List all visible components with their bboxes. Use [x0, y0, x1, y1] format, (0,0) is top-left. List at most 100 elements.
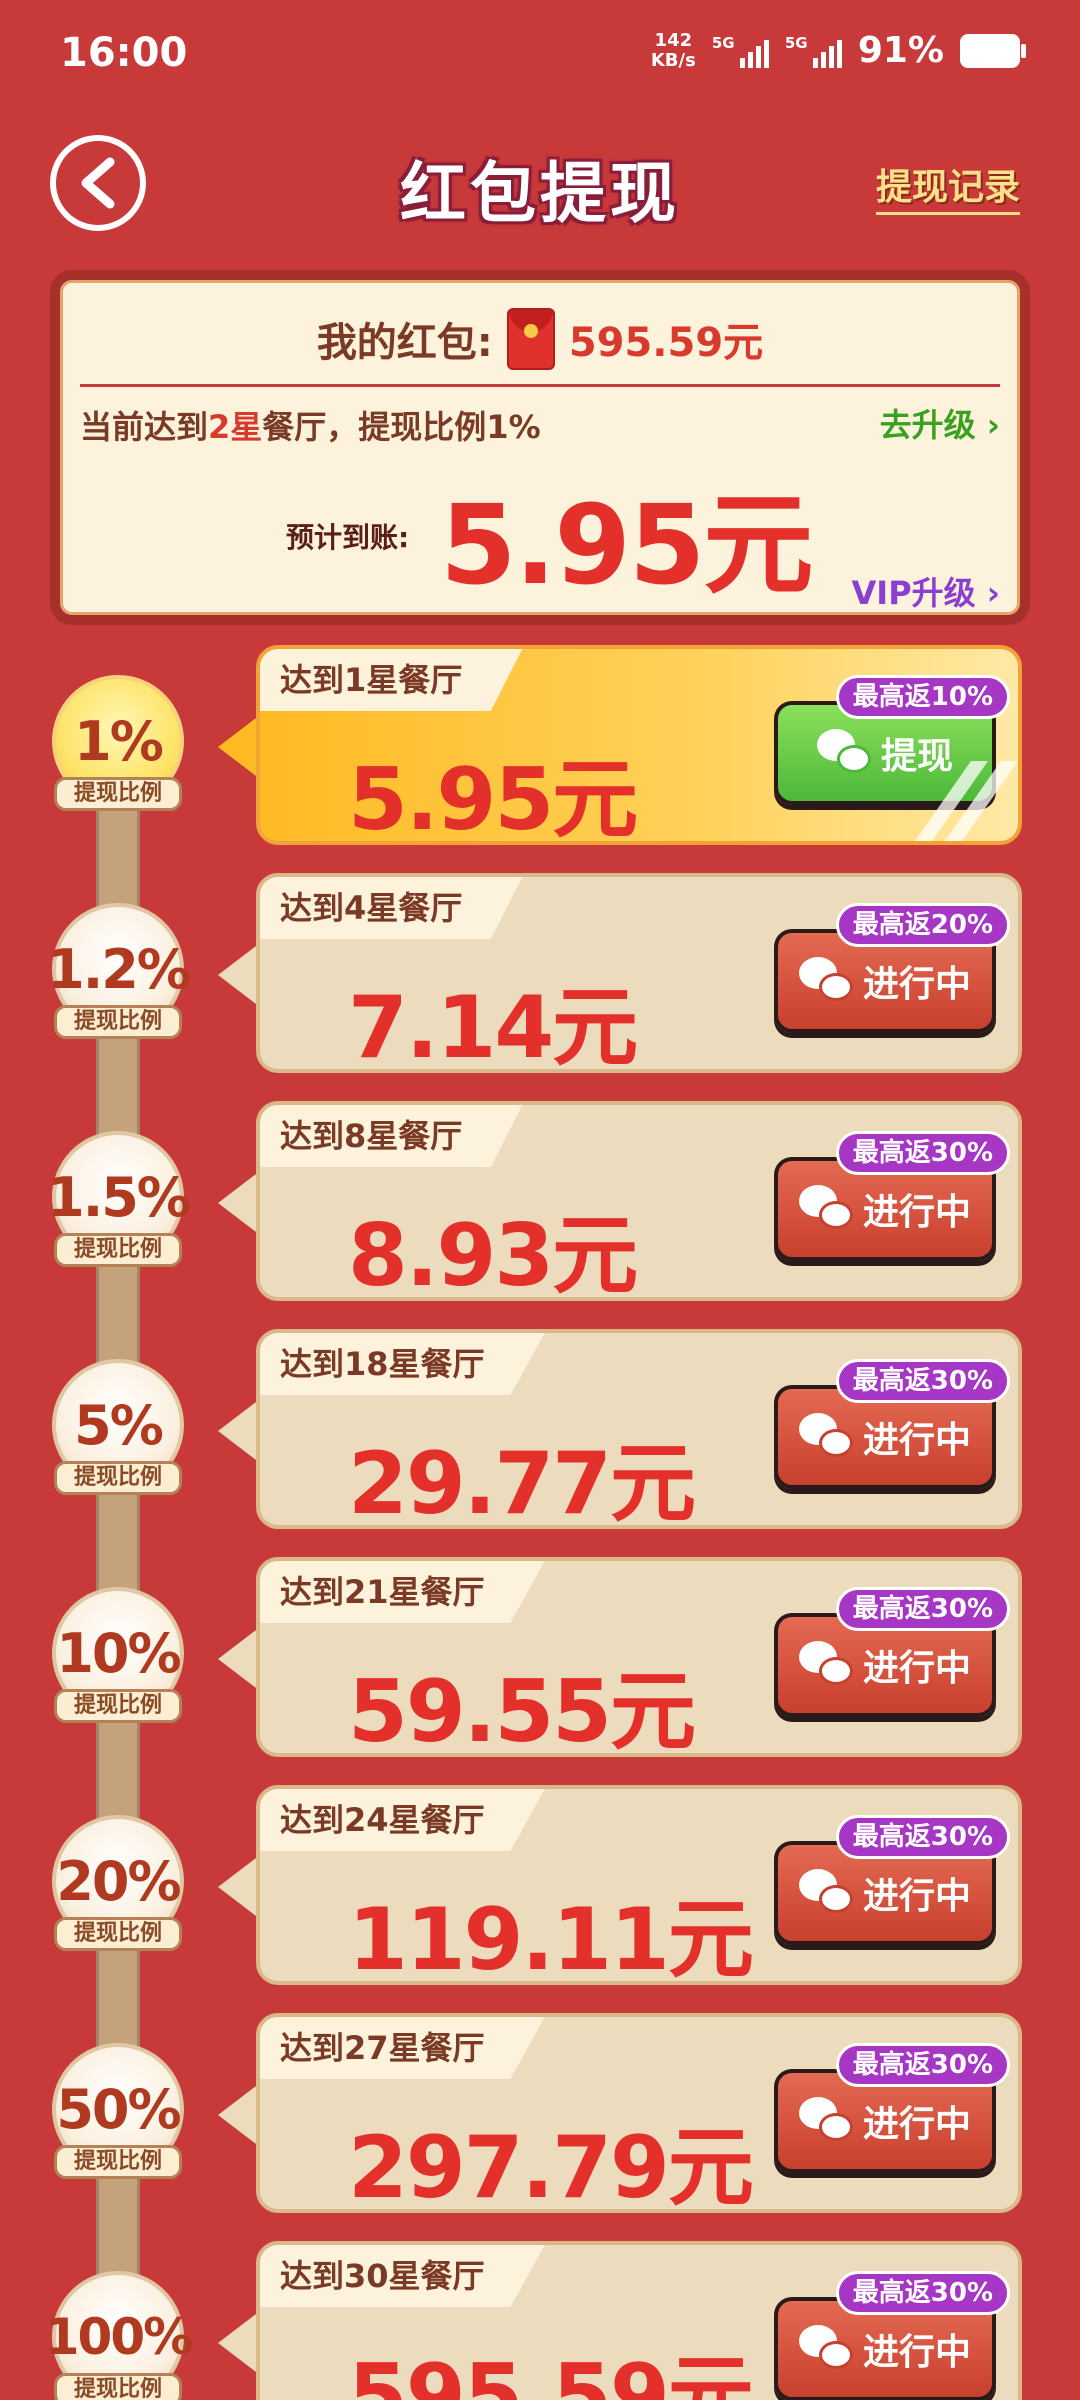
rate-badge-tag: 提现比例	[54, 2373, 182, 2400]
tier-row: 1% 提现比例 达到1星餐厅 5.95元 提现 最高返10%	[0, 645, 1080, 850]
signal-icon: 5G	[712, 34, 769, 68]
in-progress-label: 进行中	[862, 1420, 971, 1461]
network-speed-unit: KB/s	[650, 49, 696, 71]
red-packet-icon	[506, 308, 555, 370]
balance-amount: 595.59元	[568, 320, 764, 366]
max-return-tag: 最高返10%	[835, 675, 1010, 719]
max-return-tag: 最高返30%	[835, 1131, 1010, 1175]
rate-badge-tag: 提现比例	[54, 2145, 182, 2179]
tier-row: 10% 提现比例 达到21星餐厅 59.55元 进行中 最高返30%	[0, 1557, 1080, 1762]
wechat-icon	[798, 2097, 855, 2145]
rate-middle: 餐厅，提现比例	[262, 408, 487, 446]
wechat-icon	[798, 1641, 855, 1689]
rate-badge-tag: 提现比例	[54, 1005, 182, 1039]
clock: 16:00	[60, 30, 188, 76]
battery-percent: 91%	[857, 30, 944, 71]
pointer-arrow	[218, 943, 260, 1007]
tier-label: 达到8星餐厅	[260, 1105, 523, 1167]
in-progress-label: 进行中	[862, 1876, 971, 1917]
max-return-tag: 最高返20%	[835, 903, 1010, 947]
tier-card: 达到27星餐厅 297.79元 进行中 最高返30%	[256, 2013, 1022, 2218]
tier-amount: 29.77元	[348, 1434, 696, 1534]
tier-label: 达到27星餐厅	[260, 2017, 545, 2079]
signal-icon-2: 5G	[785, 34, 842, 68]
network-speed-value: 142	[654, 29, 693, 51]
upgrade-link[interactable]: 去升级 ›	[880, 400, 1000, 446]
wechat-icon	[798, 1413, 855, 1461]
tier-label: 达到18星餐厅	[260, 1333, 545, 1395]
expected-amount: 5.95元	[440, 481, 813, 609]
tier-card: 达到21星餐厅 59.55元 进行中 最高返30%	[256, 1557, 1022, 1762]
pointer-arrow	[218, 1171, 260, 1235]
tier-row: 100% 提现比例 达到30星餐厅 595.59元 进行中 最高返30%	[0, 2241, 1080, 2400]
in-progress-label: 进行中	[862, 2104, 971, 2145]
pointer-arrow	[218, 715, 260, 779]
tier-amount: 297.79元	[348, 2118, 754, 2218]
rate-badge-tag: 提现比例	[54, 1233, 182, 1267]
tier-card: 达到18星餐厅 29.77元 进行中 最高返30%	[256, 1329, 1022, 1534]
header: 红包提现 提现记录	[0, 120, 1080, 240]
max-return-tag: 最高返30%	[835, 1587, 1010, 1631]
pointer-arrow	[218, 2311, 260, 2375]
current-rate-text: 当前达到2星餐厅，提现比例1%	[80, 402, 541, 448]
rate-badge-tag: 提现比例	[54, 777, 182, 811]
max-return-tag: 最高返30%	[835, 2043, 1010, 2087]
in-progress-label: 进行中	[862, 1648, 971, 1689]
decorative-stripes	[908, 761, 1018, 841]
tier-amount: 7.14元	[348, 978, 638, 1078]
withdraw-record-link[interactable]: 提现记录	[875, 158, 1020, 215]
tier-row: 1.5% 提现比例 达到8星餐厅 8.93元 进行中 最高返30%	[0, 1101, 1080, 1306]
wechat-icon	[798, 1869, 855, 1917]
divider	[80, 384, 1000, 387]
tier-card: 达到24星餐厅 119.11元 进行中 最高返30%	[256, 1785, 1022, 1990]
tier-label: 达到24星餐厅	[260, 1789, 545, 1851]
wechat-icon	[816, 729, 873, 777]
tier-label: 达到1星餐厅	[260, 649, 523, 711]
tier-amount: 595.59元	[348, 2346, 754, 2400]
status-bar: 16:00 142 KB/s 5G 5G 91%	[0, 0, 1080, 110]
wechat-icon	[798, 2325, 855, 2373]
status-icons: 142 KB/s 5G 5G 91%	[650, 29, 1026, 71]
rate-prefix: 当前达到	[80, 408, 209, 446]
balance-label: 我的红包:	[316, 320, 493, 366]
pointer-arrow	[218, 1855, 260, 1919]
tier-card: 达到4星餐厅 7.14元 进行中 最高返20%	[256, 873, 1022, 1078]
tier-row: 5% 提现比例 达到18星餐厅 29.77元 进行中 最高返30%	[0, 1329, 1080, 1534]
in-progress-label: 进行中	[862, 964, 971, 1005]
tier-label: 达到21星餐厅	[260, 1561, 545, 1623]
tier-label: 达到30星餐厅	[260, 2245, 545, 2307]
pointer-arrow	[218, 1627, 260, 1691]
network-speed: 142 KB/s	[650, 29, 696, 71]
expected-label: 预计到账:	[286, 521, 410, 554]
max-return-tag: 最高返30%	[835, 1359, 1010, 1403]
wechat-icon	[798, 1185, 855, 1233]
in-progress-label: 进行中	[862, 1192, 971, 1233]
tier-row: 20% 提现比例 达到24星餐厅 119.11元 进行中 最高返30%	[0, 1785, 1080, 1990]
max-return-tag: 最高返30%	[835, 1815, 1010, 1859]
tier-card: 达到8星餐厅 8.93元 进行中 最高返30%	[256, 1101, 1022, 1306]
sim1-network-type: 5G	[711, 33, 735, 52]
max-return-tag: 最高返30%	[835, 2271, 1010, 2315]
pointer-arrow	[218, 2083, 260, 2147]
vip-upgrade-link[interactable]: VIP升级 ›	[852, 568, 1000, 614]
tier-card: 达到1星餐厅 5.95元 提现 最高返10%	[256, 645, 1022, 850]
tier-amount: 59.55元	[348, 1662, 696, 1762]
balance-row: 我的红包: 595.59元	[60, 308, 1020, 370]
tier-amount: 8.93元	[348, 1206, 638, 1306]
rate-badge-tag: 提现比例	[54, 1689, 182, 1723]
in-progress-label: 进行中	[862, 2332, 971, 2373]
tier-card: 达到30星餐厅 595.59元 进行中 最高返30%	[256, 2241, 1022, 2400]
tier-amount: 5.95元	[348, 750, 638, 850]
sim2-network-type: 5G	[784, 33, 808, 52]
battery-icon	[960, 33, 1026, 68]
red-packet-summary-card: 我的红包: 595.59元 当前达到2星餐厅，提现比例1% 去升级 › 预计到账…	[50, 270, 1030, 625]
pointer-arrow	[218, 1399, 260, 1463]
tier-label: 达到4星餐厅	[260, 877, 523, 939]
wechat-icon	[798, 957, 855, 1005]
rate-value: 1%	[486, 408, 541, 446]
tier-row: 50% 提现比例 达到27星餐厅 297.79元 进行中 最高返30%	[0, 2013, 1080, 2218]
rate-badge-tag: 提现比例	[54, 1461, 182, 1495]
tier-amount: 119.11元	[348, 1890, 754, 1990]
rate-level: 2星	[208, 408, 263, 446]
rate-badge-tag: 提现比例	[54, 1917, 182, 1951]
